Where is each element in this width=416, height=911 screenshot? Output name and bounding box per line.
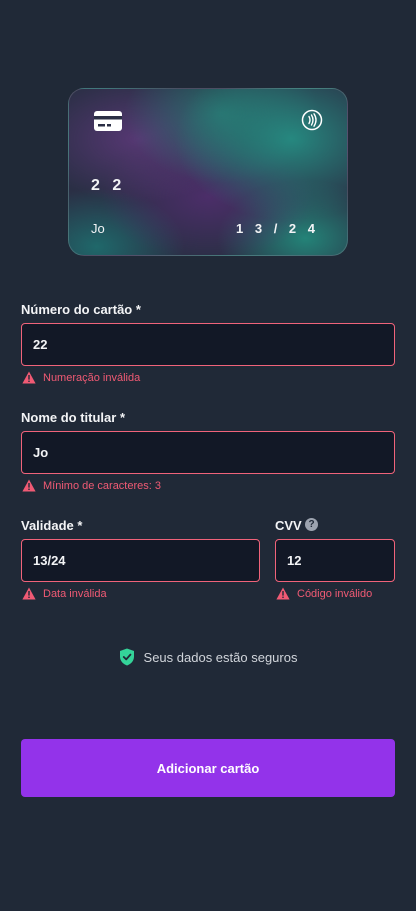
card-preview-holder: Jo (91, 221, 105, 236)
add-card-button[interactable]: Adicionar cartão (21, 739, 395, 797)
expiry-label: Validade * (21, 518, 83, 533)
warning-icon (22, 371, 36, 384)
expiry-error: Data inválida (22, 587, 107, 600)
card-number-error-text: Numeração inválida (43, 371, 141, 384)
card-preview-expiry: 1 3 / 2 4 (236, 221, 319, 236)
holder-name-error-text: Mínimo de caracteres: 3 (43, 479, 161, 492)
security-text: Seus dados estão seguros (143, 649, 298, 665)
card-number-input[interactable] (21, 323, 395, 366)
cvv-label: CVV (275, 518, 302, 533)
warning-icon (22, 587, 36, 600)
holder-name-label: Nome do titular * (21, 410, 126, 425)
contactless-icon (301, 109, 323, 131)
shield-check-icon (119, 648, 134, 666)
card-preview: 2 2 Jo 1 3 / 2 4 (68, 88, 348, 256)
credit-card-icon (94, 111, 122, 131)
security-note: Seus dados estão seguros (0, 648, 416, 666)
card-preview-number: 2 2 (91, 177, 126, 194)
warning-icon (22, 479, 36, 492)
cvv-input[interactable] (275, 539, 395, 582)
expiry-error-text: Data inválida (43, 587, 107, 600)
warning-icon (276, 587, 290, 600)
holder-name-input[interactable] (21, 431, 395, 474)
holder-name-error: Mínimo de caracteres: 3 (22, 479, 161, 492)
card-number-error: Numeração inválida (22, 371, 140, 384)
cvv-error: Código inválido (276, 587, 372, 600)
help-circle-icon[interactable]: ? (305, 518, 318, 531)
cvv-error-text: Código inválido (297, 587, 373, 600)
card-number-label: Número do cartão * (21, 302, 141, 317)
expiry-input[interactable] (21, 539, 260, 582)
